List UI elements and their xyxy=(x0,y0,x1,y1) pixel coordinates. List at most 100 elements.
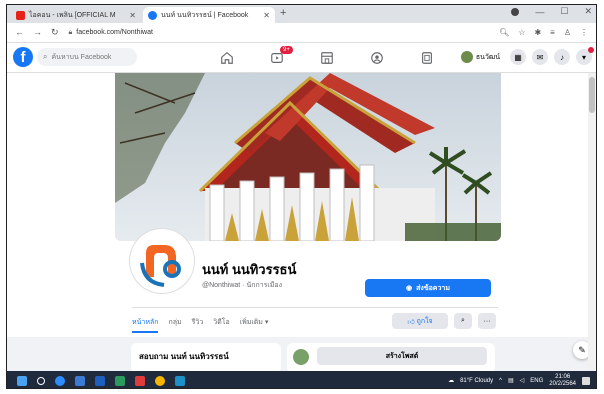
menu-grid-button[interactable]: ▦ xyxy=(510,49,526,65)
nav-groups[interactable] xyxy=(352,48,402,68)
chevron-up-icon[interactable]: ^ xyxy=(499,378,502,384)
messenger-icon: ◉ xyxy=(406,285,413,292)
search-placeholder: ค้นหาบน Facebook xyxy=(51,53,112,61)
photos-icon[interactable] xyxy=(175,375,185,386)
brand-logo-icon xyxy=(135,234,189,288)
profile-chip[interactable]: ธนวัฒน์ xyxy=(460,51,500,63)
send-message-label: ส่งข้อความ xyxy=(416,284,450,292)
chevron-down-icon: ▾ xyxy=(581,52,586,62)
home-icon xyxy=(221,52,233,64)
avatar xyxy=(293,349,309,365)
cover-photo[interactable] xyxy=(115,73,501,241)
edit-icon: ✎ xyxy=(578,344,586,355)
thumbs-up-icon: 👍︎ xyxy=(407,318,417,326)
browser-tab-facebook[interactable]: นนท์ นนทิวรรธน์ | Facebook ✕ xyxy=(143,7,275,23)
zoom-icon[interactable]: 🔍︎ xyxy=(499,28,509,37)
back-icon[interactable]: ← xyxy=(15,27,24,38)
search-page-button[interactable]: ⌕ xyxy=(454,313,472,329)
facebook-header: f ⌕ ค้นหาบน Facebook 9+ ธนวัฒน์ ▦ ✉ ♪ ▾ xyxy=(7,43,596,73)
divider xyxy=(132,307,498,308)
url-field[interactable]: 🔒︎ facebook.com/Nonthiwat xyxy=(69,29,153,37)
extension-icon[interactable]: ✱ xyxy=(534,28,541,37)
forward-icon[interactable]: → xyxy=(33,27,42,38)
close-icon[interactable]: ✕ xyxy=(263,11,270,20)
edge-icon[interactable] xyxy=(55,375,65,386)
notification-center-icon[interactable] xyxy=(582,376,590,385)
maximize-button[interactable]: ☐ xyxy=(560,6,568,17)
new-tab-button[interactable]: + xyxy=(280,7,286,19)
scrollbar-thumb[interactable] xyxy=(589,77,595,113)
profile-icon[interactable]: ♙ xyxy=(564,28,571,37)
nav-home[interactable] xyxy=(202,48,252,68)
profile-short-name: ธนวัฒน์ xyxy=(475,53,500,61)
volume-icon[interactable]: ◁ xyxy=(520,377,525,384)
tab-groups[interactable]: กลุ่ม xyxy=(168,317,181,333)
nav-marketplace[interactable] xyxy=(302,48,352,68)
nav-watch[interactable]: 9+ xyxy=(252,46,302,68)
windows-start-icon[interactable] xyxy=(17,375,27,386)
tab-videos[interactable]: วิดีโอ xyxy=(213,317,229,333)
youtube-icon xyxy=(16,10,25,20)
extensions-area: 🔍︎ ☆ ✱ ≡ ♙ ⋮ xyxy=(499,28,596,37)
network-icon[interactable]: ▤ xyxy=(508,377,514,384)
tab-strip: ไอคอน - เพลิน [OFFICIAL M ✕ นนท์ นนทิวรร… xyxy=(7,5,596,23)
create-post-button[interactable]: สร้างโพสต์ xyxy=(317,347,487,365)
record-icon[interactable] xyxy=(511,7,520,16)
minimize-button[interactable]: — xyxy=(535,7,544,17)
header-right: ธนวัฒน์ ▦ ✉ ♪ ▾ xyxy=(460,47,594,65)
reload-icon[interactable]: ↻ xyxy=(51,27,59,38)
store-icon[interactable] xyxy=(95,375,105,386)
app-icon[interactable] xyxy=(115,375,125,386)
like-label: ถูกใจ xyxy=(416,317,433,325)
tab-more[interactable]: เพิ่มเติม ▾ xyxy=(240,317,269,333)
close-icon[interactable]: ✕ xyxy=(129,11,136,20)
search-icon: ⌕ xyxy=(43,52,48,61)
ellipsis-icon: ··· xyxy=(483,317,491,325)
clock[interactable]: 21:06 20/2/2564 xyxy=(549,374,576,388)
notifications-button[interactable]: ♪ xyxy=(554,49,570,65)
bell-icon: ♪ xyxy=(560,52,564,62)
reading-list-icon[interactable]: ≡ xyxy=(550,28,555,37)
task-view-icon[interactable] xyxy=(75,375,85,386)
tab-home[interactable]: หน้าหลัก xyxy=(132,317,159,333)
nav-gaming[interactable] xyxy=(402,48,452,68)
language-indicator[interactable]: ENG xyxy=(530,378,543,384)
send-message-button[interactable]: ◉ ส่งข้อความ xyxy=(365,279,491,297)
like-button[interactable]: 👍︎ ถูกใจ xyxy=(392,313,448,329)
chrome-icon[interactable] xyxy=(155,375,165,386)
about-card: สอบถาม นนท์ นนทิวรรธน์ xyxy=(131,343,281,373)
star-icon[interactable]: ☆ xyxy=(518,28,525,37)
account-button[interactable]: ▾ xyxy=(576,47,594,65)
temple-image xyxy=(115,73,501,241)
messenger-button[interactable]: ✉ xyxy=(532,49,548,65)
address-bar: ← → ↻ 🔒︎ facebook.com/Nonthiwat 🔍︎ ☆ ✱ ≡ … xyxy=(7,23,596,43)
create-post-label: สร้างโพสต์ xyxy=(385,352,419,360)
browser-tab-youtube[interactable]: ไอคอน - เพลิน [OFFICIAL M ✕ xyxy=(11,7,141,23)
lock-icon[interactable]: 🔒︎ xyxy=(69,29,73,36)
gaming-icon xyxy=(422,52,432,64)
close-window-button[interactable]: ✕ xyxy=(584,6,592,17)
about-title: สอบถาม นนท์ นนทิวรรธน์ xyxy=(139,352,229,361)
menu-icon[interactable]: ⋮ xyxy=(580,28,588,37)
scrollbar[interactable] xyxy=(588,73,596,371)
grid-icon: ▦ xyxy=(514,52,522,62)
search-input[interactable]: ⌕ ค้นหาบน Facebook xyxy=(37,48,137,66)
page-tabs: หน้าหลัก กลุ่ม รีวิว วิดีโอ เพิ่มเติม ▾ xyxy=(132,317,268,333)
more-options-button[interactable]: ··· xyxy=(478,313,496,329)
browser-window: ไอคอน - เพลิน [OFFICIAL M ✕ นนท์ นนทิวรร… xyxy=(6,4,597,389)
groups-icon xyxy=(371,52,383,64)
tab-reviews[interactable]: รีวิว xyxy=(192,317,204,333)
marketplace-icon xyxy=(321,52,333,64)
create-post-card: สร้างโพสต์ xyxy=(287,343,495,373)
window-controls: — ☐ ✕ xyxy=(511,6,592,17)
messenger-icon: ✉ xyxy=(536,52,544,62)
profile-avatar[interactable] xyxy=(130,229,194,293)
page-handle: @Nonthiwat · นักการเมือง xyxy=(202,282,283,289)
windows-taskbar: ☁ 81°F Cloudy ^ ▤ ◁ ENG 21:06 20/2/2564 xyxy=(7,371,596,388)
url-text: facebook.com/Nonthiwat xyxy=(76,28,153,36)
facebook-logo[interactable]: f xyxy=(13,47,33,67)
weather-text[interactable]: 81°F Cloudy xyxy=(460,378,493,384)
tab-title: ไอคอน - เพลิน [OFFICIAL M xyxy=(29,11,116,19)
office-icon[interactable] xyxy=(135,375,145,386)
search-icon[interactable] xyxy=(37,376,45,385)
